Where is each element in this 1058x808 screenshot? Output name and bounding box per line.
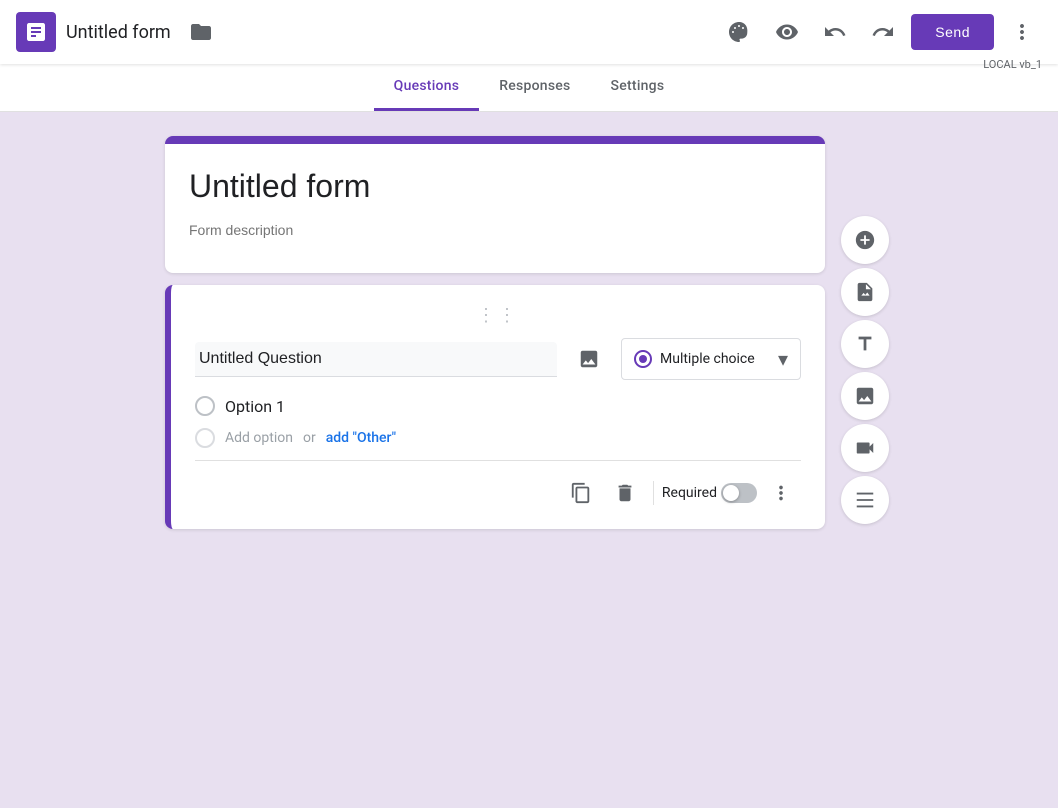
undo-icon: [823, 20, 847, 44]
option-radio-circle: [195, 396, 215, 416]
sidebar: [837, 216, 893, 784]
section-icon: [854, 489, 876, 511]
add-option-or: or: [303, 430, 316, 446]
delete-icon: [614, 482, 636, 504]
main-content: ⋮⋮ Multiple choice ▾: [0, 112, 1058, 808]
question-type-inner: Multiple choice: [634, 350, 755, 368]
palette-icon: [727, 20, 751, 44]
image-icon: [578, 348, 600, 370]
more-options-button[interactable]: [1002, 12, 1042, 52]
toolbar-divider: [653, 481, 654, 505]
folder-icon: [189, 20, 213, 44]
add-circle-icon: [854, 229, 876, 251]
preview-icon: [775, 20, 799, 44]
more-vert-icon: [1010, 20, 1034, 44]
card-divider: [195, 460, 801, 461]
form-title: Untitled form: [66, 22, 171, 43]
card-bottom-toolbar: Required: [195, 473, 801, 513]
tabs-bar: Questions Responses Settings: [0, 64, 1058, 112]
topbar-right: Send: [719, 12, 1042, 52]
add-image-icon: [854, 385, 876, 407]
multiple-choice-radio-icon: [634, 350, 652, 368]
toggle-knob: [723, 485, 739, 501]
option-1-label: Option 1: [225, 397, 285, 416]
title-icon: [854, 333, 876, 355]
import-icon: [854, 281, 876, 303]
topbar-left: Untitled form: [16, 12, 221, 52]
app-icon: [16, 12, 56, 52]
add-image-button[interactable]: [841, 372, 889, 420]
form-description-input[interactable]: [189, 222, 801, 241]
required-toggle[interactable]: [721, 483, 757, 503]
preview-button[interactable]: [767, 12, 807, 52]
chevron-down-icon: ▾: [778, 347, 788, 371]
add-section-button[interactable]: [841, 476, 889, 524]
topbar: Untitled form Send: [0, 0, 1058, 64]
add-option-row: Add option or add "Other": [195, 428, 801, 448]
question-card: ⋮⋮ Multiple choice ▾: [165, 285, 825, 529]
add-title-button[interactable]: [841, 320, 889, 368]
local-version-label: LOCAL vb_1: [983, 58, 1042, 71]
add-option-circle: [195, 428, 215, 448]
tab-settings[interactable]: Settings: [591, 64, 685, 111]
send-button[interactable]: Send: [911, 14, 994, 50]
redo-button[interactable]: [863, 12, 903, 52]
redo-icon: [871, 20, 895, 44]
form-title-input[interactable]: [189, 168, 801, 210]
copy-icon: [570, 482, 592, 504]
duplicate-button[interactable]: [561, 473, 601, 513]
tab-questions[interactable]: Questions: [374, 64, 480, 111]
question-title-input[interactable]: [195, 342, 557, 377]
customize-theme-button[interactable]: [719, 12, 759, 52]
delete-button[interactable]: [605, 473, 645, 513]
add-other-button[interactable]: add "Other": [326, 430, 396, 446]
forms-icon: [24, 20, 48, 44]
video-icon: [854, 437, 876, 459]
folder-button[interactable]: [181, 12, 221, 52]
form-header-card: [165, 136, 825, 273]
question-top-row: Multiple choice ▾: [195, 338, 801, 380]
import-questions-button[interactable]: [841, 268, 889, 316]
question-type-dropdown[interactable]: Multiple choice ▾: [621, 338, 801, 380]
insert-image-button[interactable]: [569, 339, 609, 379]
tab-responses[interactable]: Responses: [479, 64, 590, 111]
radio-dot: [639, 355, 647, 363]
add-question-button[interactable]: [841, 216, 889, 264]
required-label: Required: [662, 485, 717, 501]
option-row: Option 1: [195, 396, 801, 416]
add-video-button[interactable]: [841, 424, 889, 472]
form-area: ⋮⋮ Multiple choice ▾: [165, 136, 825, 784]
more-vert-icon: [770, 482, 792, 504]
add-option-button[interactable]: Add option: [225, 430, 293, 446]
undo-button[interactable]: [815, 12, 855, 52]
question-more-button[interactable]: [761, 473, 801, 513]
drag-handle[interactable]: ⋮⋮: [195, 305, 801, 326]
question-type-label: Multiple choice: [660, 351, 755, 367]
